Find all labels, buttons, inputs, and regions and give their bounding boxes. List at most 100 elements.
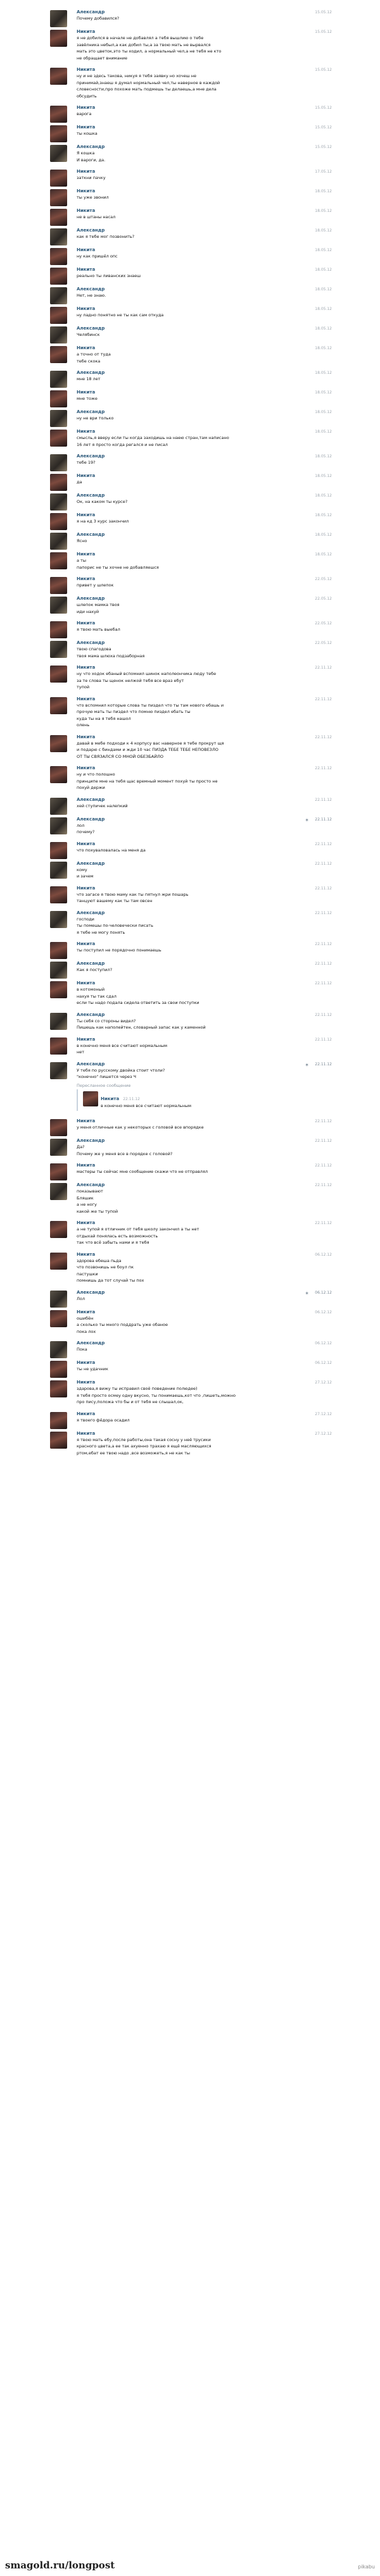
avatar[interactable] xyxy=(50,1310,67,1327)
avatar[interactable] xyxy=(83,1091,98,1106)
author-name-link[interactable]: Никита xyxy=(77,1430,334,1437)
avatar[interactable] xyxy=(50,942,67,959)
avatar[interactable] xyxy=(50,513,67,530)
avatar[interactable] xyxy=(50,1163,67,1180)
avatar[interactable] xyxy=(50,228,67,245)
avatar[interactable] xyxy=(50,817,67,834)
author-name-link[interactable]: Никита xyxy=(77,389,334,395)
avatar[interactable] xyxy=(50,1431,67,1449)
avatar[interactable] xyxy=(50,326,67,344)
avatar[interactable] xyxy=(50,346,67,363)
author-name-link[interactable]: Никита xyxy=(77,765,334,771)
avatar[interactable] xyxy=(50,1341,67,1358)
avatar[interactable] xyxy=(50,430,67,447)
author-name-link[interactable]: Никита xyxy=(101,1096,119,1101)
author-name-link[interactable]: Александр xyxy=(77,1289,334,1296)
avatar[interactable] xyxy=(50,287,67,304)
author-name-link[interactable]: Никита xyxy=(77,247,334,253)
author-name-link[interactable]: Александр xyxy=(77,531,334,538)
avatar[interactable] xyxy=(50,307,67,324)
author-name-link[interactable]: Александр xyxy=(77,910,334,916)
author-name-link[interactable]: Александр xyxy=(77,1340,334,1346)
author-name-link[interactable]: Никита xyxy=(77,664,334,671)
avatar[interactable] xyxy=(50,597,67,614)
avatar[interactable] xyxy=(50,145,67,162)
avatar[interactable] xyxy=(50,268,67,285)
author-name-link[interactable]: Никита xyxy=(77,473,334,479)
avatar[interactable] xyxy=(50,209,67,226)
avatar[interactable] xyxy=(50,1380,67,1397)
author-name-link[interactable]: Никита xyxy=(77,551,334,557)
avatar[interactable] xyxy=(50,697,67,714)
author-name-link[interactable]: Никита xyxy=(77,306,334,312)
avatar[interactable] xyxy=(50,1252,67,1270)
author-name-link[interactable]: Никита xyxy=(77,841,334,847)
author-name-link[interactable]: Никита xyxy=(77,576,334,582)
author-name-link[interactable]: Никита xyxy=(77,512,334,518)
avatar[interactable] xyxy=(50,621,67,638)
author-name-link[interactable]: Никита xyxy=(77,696,334,702)
author-name-link[interactable]: Александр xyxy=(77,960,334,967)
avatar[interactable] xyxy=(50,766,67,783)
author-name-link[interactable]: Александр xyxy=(77,816,334,822)
author-name-link[interactable]: Никита xyxy=(77,1411,334,1417)
avatar[interactable] xyxy=(50,493,67,511)
avatar[interactable] xyxy=(50,1037,67,1055)
avatar[interactable] xyxy=(50,106,67,123)
avatar[interactable] xyxy=(50,734,67,752)
avatar[interactable] xyxy=(50,841,67,859)
author-name-link[interactable]: Никита xyxy=(77,734,334,740)
avatar[interactable] xyxy=(50,170,67,187)
author-name-link[interactable]: Александр xyxy=(77,9,334,15)
author-name-link[interactable]: Никита xyxy=(77,1162,334,1168)
avatar[interactable] xyxy=(50,474,67,491)
author-name-link[interactable]: Никита xyxy=(77,124,334,130)
avatar[interactable] xyxy=(50,1361,67,1378)
avatar[interactable] xyxy=(50,125,67,142)
avatar[interactable] xyxy=(50,68,67,85)
avatar[interactable] xyxy=(50,371,67,388)
avatar[interactable] xyxy=(50,1411,67,1429)
author-name-link[interactable]: Александр xyxy=(77,640,334,646)
author-name-link[interactable]: Никита xyxy=(77,1118,334,1124)
avatar[interactable] xyxy=(50,962,67,979)
author-name-link[interactable]: Александр xyxy=(77,325,334,331)
author-name-link[interactable]: Никита xyxy=(77,345,334,351)
author-name-link[interactable]: Никита xyxy=(77,941,334,947)
avatar[interactable] xyxy=(50,552,67,569)
avatar[interactable] xyxy=(50,577,67,594)
avatar[interactable] xyxy=(50,10,67,27)
author-name-link[interactable]: Никита xyxy=(77,1220,334,1226)
author-name-link[interactable]: Александр xyxy=(77,409,334,415)
star-icon[interactable]: ✶ xyxy=(305,817,309,823)
author-name-link[interactable]: Александр xyxy=(77,453,334,459)
avatar[interactable] xyxy=(50,533,67,550)
avatar[interactable] xyxy=(50,641,67,658)
avatar[interactable] xyxy=(50,1183,67,1200)
avatar[interactable] xyxy=(50,454,67,471)
author-name-link[interactable]: Никита xyxy=(77,207,334,214)
avatar[interactable] xyxy=(50,1062,67,1079)
author-name-link[interactable]: Александр xyxy=(77,227,334,233)
author-name-link[interactable]: Александр xyxy=(77,860,334,867)
author-name-link[interactable]: Никита xyxy=(77,620,334,626)
avatar[interactable] xyxy=(50,886,67,903)
star-icon[interactable]: ✶ xyxy=(305,1062,309,1068)
avatar[interactable] xyxy=(50,1012,67,1030)
avatar[interactable] xyxy=(50,666,67,683)
author-name-link[interactable]: Александр xyxy=(77,144,334,150)
author-name-link[interactable]: Александр xyxy=(77,1137,334,1144)
avatar[interactable] xyxy=(50,1221,67,1238)
avatar[interactable] xyxy=(50,390,67,407)
author-name-link[interactable]: Никита xyxy=(77,168,334,175)
avatar[interactable] xyxy=(50,30,67,47)
author-name-link[interactable]: Никита xyxy=(77,1309,334,1315)
avatar[interactable] xyxy=(50,410,67,427)
author-name-link[interactable]: Александр xyxy=(77,1061,334,1067)
author-name-link[interactable]: Александр xyxy=(77,1012,334,1018)
author-name-link[interactable]: Никита xyxy=(77,1379,334,1385)
author-name-link[interactable]: Никита xyxy=(77,266,334,273)
author-name-link[interactable]: Александр xyxy=(77,796,334,803)
author-name-link[interactable]: Никита xyxy=(77,1251,334,1258)
author-name-link[interactable]: Никита xyxy=(77,104,334,111)
